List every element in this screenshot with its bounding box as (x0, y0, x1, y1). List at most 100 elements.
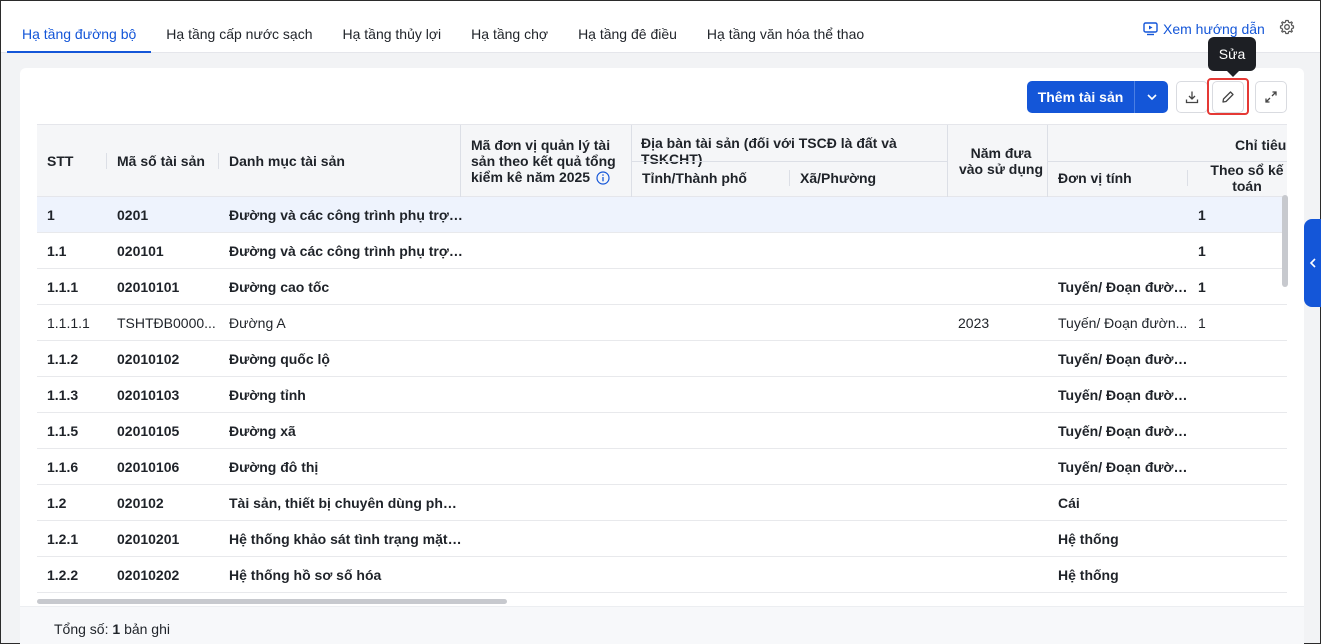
total-records: Tổng số: 1 bản ghi (54, 621, 170, 637)
row-stt: 1.2.2 (47, 567, 79, 583)
row-ma-so: 020102 (117, 495, 164, 511)
row-nam-dua (958, 341, 1038, 377)
row-nam-dua (958, 413, 1038, 449)
row-ma-so: 02010201 (117, 531, 180, 547)
fullscreen-button[interactable] (1255, 81, 1287, 113)
top-tab-bar: Hạ tầng đường bộ Hạ tầng cấp nước sạch H… (1, 1, 1320, 53)
table-row[interactable]: 1.1 020101 Đường và các công trình phụ trợ… (37, 233, 1287, 269)
row-don-vi-tinh: Tuyến/ Đoạn đườn... (1058, 459, 1190, 475)
row-nam-dua (958, 233, 1038, 269)
row-theo-so (1198, 485, 1258, 521)
row-don-vi-tinh: Hệ thống (1058, 531, 1119, 547)
table-header: STT Mã số tài sản Danh mục tài sản Mã đơ… (37, 124, 1287, 198)
header-ma-so: Mã số tài sản (117, 153, 205, 169)
row-danh-muc: Tài sản, thiết bị chuyên dùng phục ... (229, 495, 464, 511)
tab-ha-tang-thuy-loi[interactable]: Hạ tầng thủy lợi (327, 1, 456, 53)
table-row[interactable]: 1.2.2 02010202 Hệ thống hồ sơ số hóa Hệ thố… (37, 557, 1287, 593)
gear-icon[interactable] (1279, 19, 1297, 37)
table-row[interactable]: 1.1.3 02010103 Đường tỉnh Tuyến/ Đoạn đườn.… (37, 377, 1287, 413)
row-ma-so: 0201 (117, 207, 149, 223)
guide-label: Xem hướng dẫn (1163, 21, 1265, 37)
table-row[interactable]: 1.2.1 02010201 Hệ thống khảo sát tình trạn… (37, 521, 1287, 557)
row-danh-muc: Đường A (229, 315, 286, 331)
row-don-vi-tinh: Cái (1058, 495, 1080, 511)
row-stt: 1.1.6 (47, 459, 79, 475)
row-theo-so (1198, 449, 1258, 485)
row-ma-so: 02010105 (117, 423, 180, 439)
expand-icon (1265, 91, 1277, 103)
row-theo-so: 1 (1198, 243, 1206, 259)
row-danh-muc: Đường xã (229, 423, 296, 439)
add-asset-dropdown-button[interactable] (1135, 81, 1168, 113)
table-row[interactable]: 1.1.1.1 TSHTĐB0000... Đường A 2023 Tuyến/ Đo… (37, 305, 1287, 341)
guide-link[interactable]: Xem hướng dẫn (1143, 19, 1265, 39)
row-theo-so: 1 (1198, 207, 1206, 223)
tab-ha-tang-cho[interactable]: Hạ tầng chợ (456, 1, 563, 53)
header-theo-so-ke-toan: Theo sổ kế toán (1210, 162, 1284, 194)
add-asset-button-group: Thêm tài sản (1027, 81, 1168, 113)
asset-table-card: Thêm tài sản STT Mã số tài sản Danh mục … (20, 68, 1304, 644)
row-danh-muc: Hệ thống khảo sát tình trạng mặt đ... (229, 531, 464, 547)
header-don-vi-tinh: Đơn vị tính (1058, 170, 1132, 186)
row-don-vi-tinh: Tuyến/ Đoạn đườn... (1058, 387, 1190, 403)
row-theo-so (1198, 413, 1258, 449)
row-ma-so: 02010106 (117, 459, 180, 475)
chevron-down-icon (1146, 94, 1157, 101)
row-theo-so (1198, 377, 1258, 413)
row-danh-muc: Đường quốc lộ (229, 351, 330, 367)
row-ma-so: 02010102 (117, 351, 180, 367)
header-ma-don-vi: Mã đơn vị quản lý tài sản theo kết quả t… (471, 137, 616, 185)
row-stt: 1.1.1 (47, 279, 79, 295)
horizontal-scrollbar[interactable] (37, 599, 507, 604)
row-theo-so: 1 (1198, 315, 1206, 331)
table-row[interactable]: 1.1.1 02010101 Đường cao tốc Tuyến/ Đoạn đư… (37, 269, 1287, 305)
row-ma-so: 02010101 (117, 279, 180, 295)
table-row[interactable]: 1.1.2 02010102 Đường quốc lộ Tuyến/ Đoạn đư… (37, 341, 1287, 377)
header-tinh: Tỉnh/Thành phố (642, 170, 747, 186)
row-nam-dua (958, 377, 1038, 413)
row-stt: 1.2 (47, 495, 67, 511)
row-ma-so: 02010202 (117, 567, 180, 583)
download-icon (1185, 91, 1199, 104)
row-don-vi-tinh (1058, 197, 1190, 233)
row-nam-dua (958, 485, 1038, 521)
row-don-vi-tinh: Tuyến/ Đoạn đườn... (1058, 315, 1188, 331)
row-danh-muc: Hệ thống hồ sơ số hóa (229, 567, 382, 583)
table-row[interactable]: 1.1.6 02010106 Đường đô thị Tuyến/ Đoạn đườ… (37, 449, 1287, 485)
row-stt: 1.1.3 (47, 387, 79, 403)
row-danh-muc: Đường đô thị (229, 459, 319, 475)
header-dia-ban: Địa bàn tài sản (đối với TSCĐ là đất và … (641, 135, 897, 167)
tab-ha-tang-de-dieu[interactable]: Hạ tầng đê điều (563, 1, 692, 53)
row-stt: 1.2.1 (47, 531, 79, 547)
row-nam-dua (958, 557, 1038, 593)
chevron-left-icon (1309, 258, 1316, 268)
row-stt: 1.1.5 (47, 423, 79, 439)
table-row[interactable]: 1 0201 Đường và các công trình phụ trợ g..… (37, 197, 1287, 233)
edit-button[interactable] (1212, 81, 1244, 113)
row-nam-dua (958, 197, 1038, 233)
row-nam-dua (958, 521, 1038, 557)
download-button[interactable] (1176, 81, 1208, 113)
row-ma-so: TSHTĐB0000... (117, 315, 216, 331)
table-row[interactable]: 1.2 020102 Tài sản, thiết bị chuyên dùng p… (37, 485, 1287, 521)
info-icon[interactable] (596, 171, 610, 185)
tab-ha-tang-cap-nuoc-sach[interactable]: Hạ tầng cấp nước sạch (151, 1, 327, 53)
row-don-vi-tinh: Tuyến/ Đoạn đườn... (1058, 423, 1190, 439)
table-footer: Tổng số: 1 bản ghi (20, 606, 1304, 644)
side-panel-toggle[interactable] (1304, 219, 1321, 307)
vertical-scrollbar[interactable] (1282, 195, 1288, 287)
row-danh-muc: Đường tỉnh (229, 387, 306, 403)
row-don-vi-tinh (1058, 233, 1190, 269)
pencil-icon (1222, 91, 1234, 103)
table-row[interactable]: 1.1.5 02010105 Đường xã Tuyến/ Đoạn đườn... (37, 413, 1287, 449)
row-don-vi-tinh: Tuyến/ Đoạn đườn... (1058, 279, 1190, 295)
header-xa: Xã/Phường (800, 170, 877, 186)
header-stt: STT (47, 153, 74, 169)
tab-ha-tang-duong-bo[interactable]: Hạ tầng đường bộ (7, 1, 152, 53)
row-nam-dua (958, 449, 1038, 485)
row-nam-dua (958, 269, 1038, 305)
row-theo-so (1198, 521, 1258, 557)
row-theo-so: 1 (1198, 279, 1206, 295)
add-asset-button[interactable]: Thêm tài sản (1027, 81, 1135, 113)
tab-ha-tang-van-hoa-the-thao[interactable]: Hạ tầng văn hóa thể thao (692, 1, 879, 53)
